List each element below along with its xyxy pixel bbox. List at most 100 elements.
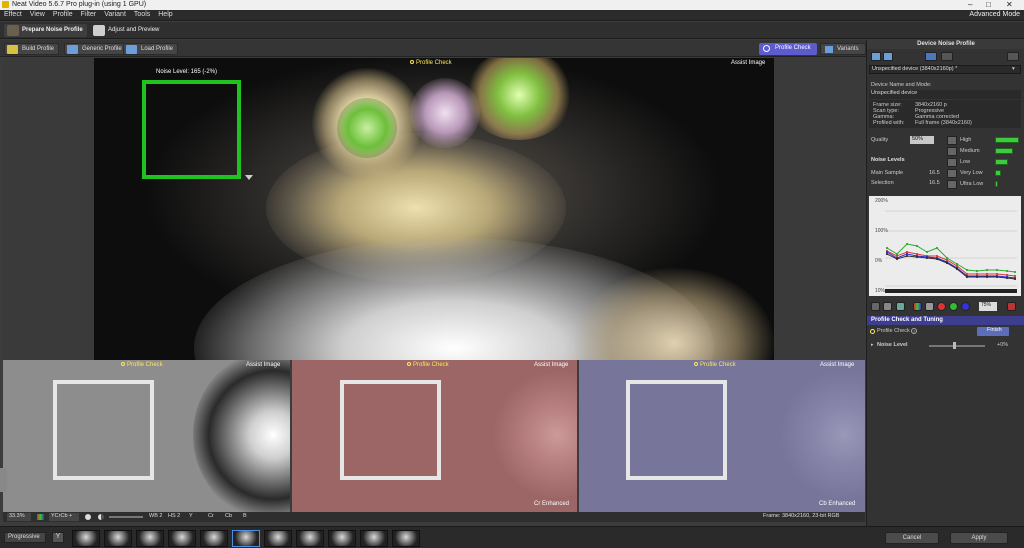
frame-thumbnail[interactable] (360, 530, 388, 547)
channel-red-icon[interactable] (937, 302, 946, 311)
menu-filter[interactable]: Filter (77, 10, 101, 18)
load-profile-button[interactable]: Load Profile (123, 43, 179, 55)
noise-level-slider-handle[interactable] (953, 342, 956, 349)
channel-blue-icon[interactable] (961, 302, 970, 311)
frame-thumbnail[interactable] (72, 530, 100, 547)
color-mode-select[interactable]: YCrCb + (49, 513, 79, 521)
help-icon[interactable]: ? (911, 328, 917, 334)
channel-green-icon[interactable] (949, 302, 958, 311)
table-icon[interactable] (883, 302, 892, 311)
graph-point (1013, 277, 1017, 281)
brightness-slider[interactable] (109, 516, 143, 518)
reset-graph-icon[interactable] (1007, 302, 1016, 311)
close-icon[interactable]: ✕ (1006, 0, 1013, 9)
panel-luma[interactable]: Profile Check Assist Image (3, 360, 290, 512)
channel-cr[interactable]: Cr (208, 513, 214, 519)
device-name-field[interactable]: Unspecified device (869, 90, 1021, 99)
advanced-mode-toggle[interactable]: Advanced Mode (969, 11, 1020, 18)
expand-arrow-icon[interactable]: ▸ (871, 342, 874, 348)
profile-tool-icon[interactable] (941, 52, 953, 61)
panel-cb[interactable]: Profile Check Assist Image Cb Enhanced (579, 360, 865, 512)
menu-tools[interactable]: Tools (130, 10, 154, 18)
graph-point (905, 242, 909, 246)
panel-footer-label: Cb Enhanced (819, 501, 856, 507)
frequency-level-bar (995, 159, 1008, 165)
device-select[interactable]: Unspecified device (3840x2160p) * (869, 65, 1021, 74)
quality-value: 50% (910, 136, 934, 144)
firework-burst (464, 58, 574, 140)
menu-profile[interactable]: Profile (49, 10, 77, 18)
side-collapse-handle[interactable] (0, 468, 7, 492)
frame-thumbnail[interactable] (104, 530, 132, 547)
device-select-chevron-icon[interactable]: ▾ (1012, 66, 1015, 72)
graph-point (915, 255, 919, 259)
cancel-button[interactable]: Cancel (885, 532, 939, 544)
noise-sample-selection[interactable] (142, 80, 241, 179)
frame-thumbnail[interactable] (136, 530, 164, 547)
scan-mode-select[interactable]: Progressive (4, 532, 46, 543)
noise-level-readout: Noise Level: 165 (-2%) (156, 69, 218, 75)
minimize-icon[interactable]: – (968, 0, 972, 9)
filter-icon[interactable]: Y (52, 532, 64, 543)
channel-gray-icon[interactable] (925, 302, 934, 311)
variants-button[interactable]: Variants (820, 43, 866, 55)
panel-cr[interactable]: Profile Check Assist Image Cr Enhanced (292, 360, 577, 512)
profile-check-dot-icon (410, 60, 414, 65)
graph-point (945, 256, 949, 260)
frame-thumbnail[interactable] (392, 530, 420, 547)
chart-icon[interactable] (896, 302, 905, 311)
panel-profile-check-label: Profile Check (694, 362, 736, 368)
profile-check-toggle-icon[interactable] (870, 329, 875, 334)
profile-tool-icon[interactable] (925, 52, 937, 61)
graph-point (1013, 270, 1017, 274)
frame-thumbnail[interactable] (264, 530, 292, 547)
panel-selection-frame (340, 380, 441, 480)
graph-point (885, 246, 889, 250)
save-profile-icon[interactable] (871, 52, 881, 61)
build-profile-button[interactable]: Build Profile (4, 43, 60, 55)
noise-level-slider[interactable] (929, 345, 985, 347)
graph-range-bar[interactable] (885, 289, 1017, 293)
frequency-swatch-icon (947, 180, 957, 189)
apply-button[interactable]: Apply (950, 532, 1008, 544)
finish-button[interactable]: Finish (977, 327, 1009, 336)
frame-thumbnail[interactable] (200, 530, 228, 547)
frequency-level-label: Very Low (960, 170, 983, 176)
graph-scale-field[interactable]: 75% (979, 302, 997, 311)
build-profile-icon (7, 45, 18, 54)
half-circle-icon[interactable] (98, 514, 104, 520)
grid-icon[interactable] (871, 302, 880, 311)
frame-thumbnail[interactable] (296, 530, 324, 547)
profile-toolbar: Build Profile Generic Profile Load Profi… (0, 40, 866, 57)
maximize-icon[interactable]: □ (986, 0, 991, 9)
hs-label[interactable]: HS 2 (168, 513, 180, 519)
noise-profile-graph[interactable] (869, 196, 1021, 296)
profile-tool-icon[interactable] (1007, 52, 1019, 61)
frame-thumbnail[interactable] (168, 530, 196, 547)
load-profile-icon[interactable] (883, 52, 893, 61)
record-icon[interactable] (85, 514, 91, 520)
panel-profile-check-text: Profile Check (700, 362, 736, 368)
menu-variant[interactable]: Variant (100, 10, 130, 18)
menu-effect[interactable]: Effect (0, 10, 26, 18)
noise-profile-curves (885, 210, 1017, 293)
selection-dropdown-icon[interactable] (245, 175, 253, 180)
frequency-level-label: Low (960, 159, 971, 165)
menu-help[interactable]: Help (154, 10, 176, 18)
step-adjust-and-preview[interactable]: Adjust and Preview (90, 24, 163, 37)
channel-b[interactable]: B (243, 513, 247, 519)
wb-label[interactable]: WB 2 (149, 513, 162, 519)
menu-view[interactable]: View (26, 10, 49, 18)
step-prepare-noise-profile[interactable]: Prepare Noise Profile (4, 24, 87, 37)
frame-thumbnail[interactable] (232, 530, 260, 547)
channel-cb[interactable]: Cb (225, 513, 232, 519)
channel-all-icon[interactable] (913, 302, 922, 311)
frame-thumbnail[interactable] (328, 530, 356, 547)
graph-point (985, 275, 989, 279)
frequency-level-bar (995, 170, 1001, 176)
frequency-swatch-icon (947, 169, 957, 178)
generic-profile-button[interactable]: Generic Profile (64, 43, 127, 55)
profile-check-button[interactable]: Profile Check (759, 43, 817, 55)
zoom-select[interactable]: 33.3% (7, 513, 31, 521)
channel-y[interactable]: Y (189, 513, 193, 519)
